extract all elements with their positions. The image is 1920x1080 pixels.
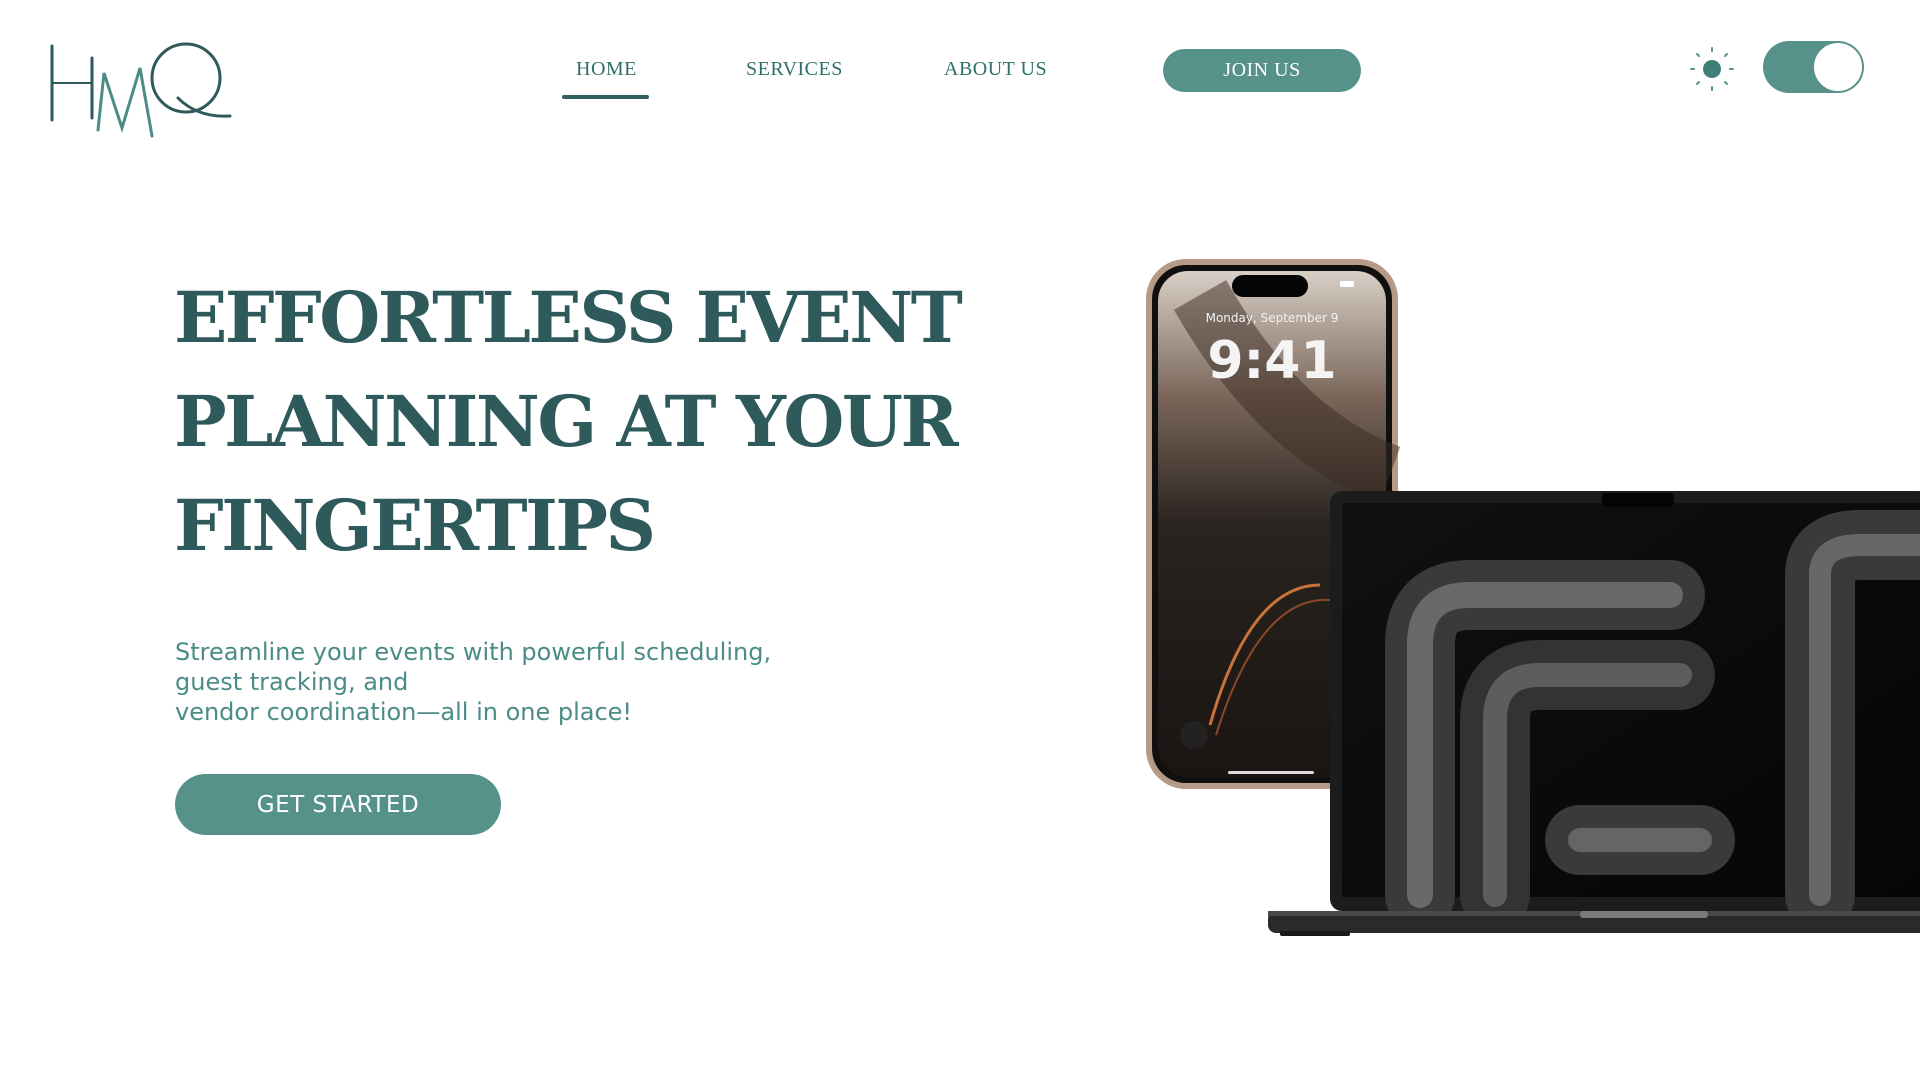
get-started-button[interactable]: GET STARTED	[175, 774, 501, 835]
hero-subtitle-line: guest tracking, and	[175, 668, 409, 696]
nav-home-link[interactable]: HOME	[562, 58, 649, 99]
nav-about-link[interactable]: ABOUT US	[944, 58, 1047, 81]
laptop-mockup	[1268, 491, 1920, 936]
hero-title-line: FINGERTIPS	[174, 484, 656, 567]
hero-title: EFFORTLESS EVENT PLANNING AT YOUR FINGER…	[174, 266, 963, 578]
devices-illustration: Monday, September 9 9:41	[1146, 259, 1920, 936]
join-us-button[interactable]: JOIN US	[1163, 49, 1361, 92]
phone-date: Monday, September 9	[1206, 311, 1339, 325]
hmq-logo[interactable]	[48, 38, 232, 138]
hero-subtitle: Streamline your events with powerful sch…	[175, 637, 815, 727]
nav-services-link[interactable]: SERVICES	[746, 58, 843, 81]
hero-subtitle-line: Streamline your events with powerful sch…	[175, 638, 772, 666]
toggle-knob	[1813, 42, 1863, 92]
theme-toggle[interactable]	[1763, 41, 1864, 93]
sun-icon	[1690, 47, 1734, 91]
phone-time: 9:41	[1207, 331, 1336, 391]
hero-title-line: EFFORTLESS EVENT	[174, 276, 963, 359]
hero-title-line: PLANNING AT YOUR	[174, 380, 959, 463]
hero-subtitle-line: vendor coordination—all in one place!	[175, 698, 633, 726]
